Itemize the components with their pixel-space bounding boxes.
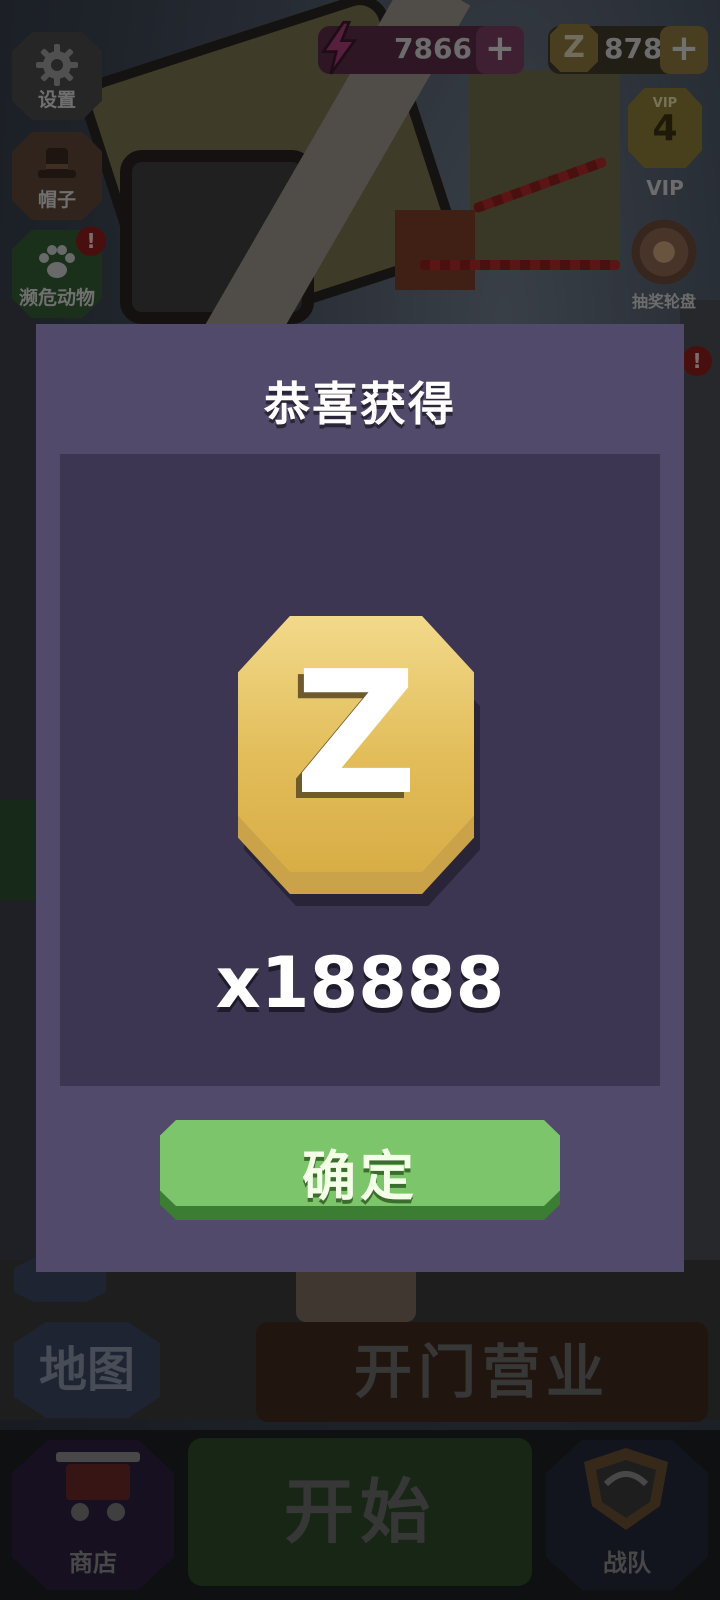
coin-glyph: Z xyxy=(294,635,418,833)
zcoin-icon: Z xyxy=(238,616,482,906)
confirm-label: 确定 xyxy=(302,1145,418,1208)
reward-amount: x18888 xyxy=(215,942,505,1024)
dialog-title: 恭喜获得 xyxy=(264,377,456,431)
reward-dialog: 恭喜获得 Z x18888 确定 xyxy=(36,324,684,1272)
confirm-button[interactable]: 确定 xyxy=(160,1120,560,1220)
reward-panel: Z x18888 xyxy=(60,454,660,1086)
